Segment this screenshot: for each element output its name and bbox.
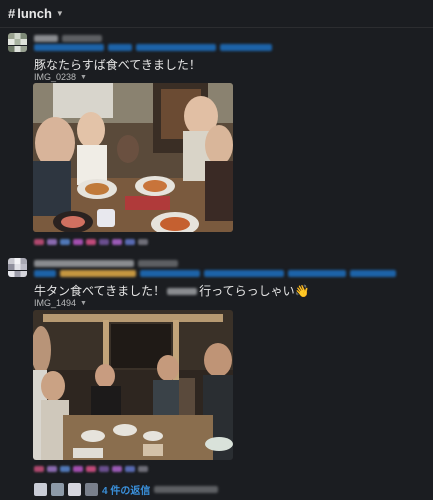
timestamp-redacted — [62, 35, 102, 42]
reaction[interactable] — [86, 466, 96, 472]
chevron-down-icon[interactable]: ▼ — [56, 9, 64, 18]
reaction[interactable] — [34, 239, 44, 245]
mention-links-redacted — [34, 44, 272, 51]
file-name[interactable]: IMG_1494 — [34, 298, 76, 308]
reaction[interactable] — [47, 239, 57, 245]
wave-emoji: 👋 — [294, 284, 310, 298]
thread-summary[interactable]: 4 件の返信 — [34, 482, 219, 497]
message-author-line — [34, 35, 102, 42]
file-attachment-header[interactable]: IMG_1494 ▼ — [34, 298, 87, 308]
reaction[interactable] — [138, 466, 148, 472]
last-reply-time-redacted — [154, 486, 219, 493]
reaction-bar — [34, 466, 148, 472]
reaction[interactable] — [86, 239, 96, 245]
reaction[interactable] — [125, 466, 135, 472]
caret-down-icon[interactable]: ▼ — [80, 300, 87, 307]
message-text-part: 牛タン食べてきました！ — [34, 284, 166, 298]
reaction[interactable] — [60, 239, 70, 245]
reaction[interactable] — [99, 466, 109, 472]
message-text: 牛タン食べてきました！ 行ってらっしゃい👋 — [34, 282, 310, 299]
reaction[interactable] — [73, 466, 83, 472]
thread-avatar — [51, 483, 64, 496]
reaction[interactable] — [112, 466, 122, 472]
reaction-bar — [34, 239, 148, 245]
file-attachment-header[interactable]: IMG_0238 ▼ — [34, 72, 87, 82]
avatar[interactable] — [8, 258, 27, 277]
caret-down-icon[interactable]: ▼ — [80, 74, 87, 81]
reaction[interactable] — [73, 239, 83, 245]
message-text: 豚なたらすば食べてきました！ — [34, 58, 201, 72]
thread-avatar — [68, 483, 81, 496]
thread-avatar — [34, 483, 47, 496]
photo-attachment-1[interactable] — [33, 83, 233, 232]
reaction[interactable] — [99, 239, 109, 245]
message-author-line — [34, 260, 178, 267]
reaction[interactable] — [47, 466, 57, 472]
channel-hash-icon: # — [8, 6, 16, 21]
reaction[interactable] — [125, 239, 135, 245]
timestamp-redacted — [138, 260, 178, 267]
thread-replies-link[interactable]: 4 件の返信 — [102, 482, 150, 497]
mention-redacted[interactable] — [167, 288, 198, 296]
reaction[interactable] — [34, 466, 44, 472]
avatar[interactable] — [8, 33, 27, 52]
message-text-part: 行ってらっしゃい — [199, 284, 295, 298]
reaction[interactable] — [112, 239, 122, 245]
photo-attachment-2[interactable] — [33, 310, 233, 460]
thread-avatar — [85, 483, 98, 496]
author-name-redacted[interactable] — [34, 260, 134, 267]
author-name-redacted[interactable] — [34, 35, 58, 42]
reaction[interactable] — [60, 466, 70, 472]
reaction[interactable] — [138, 239, 148, 245]
mention-links-redacted — [34, 270, 396, 277]
channel-name[interactable]: lunch — [17, 6, 52, 21]
file-name[interactable]: IMG_0238 — [34, 72, 76, 82]
channel-header[interactable]: # lunch ▼ — [0, 0, 433, 28]
